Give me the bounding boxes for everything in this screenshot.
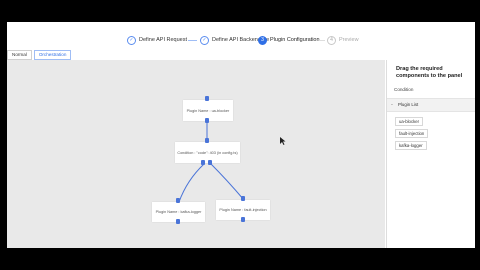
node-label: Plugin Name : ua-blocker — [186, 108, 230, 113]
node-input-port[interactable] — [241, 196, 245, 201]
step-number-badge: 3 — [258, 35, 267, 45]
plugin-item-kafka-logger[interactable]: kafka-logger — [395, 141, 427, 150]
step-preview[interactable]: 4 Preview — [327, 30, 359, 50]
node-label: Plugin Name : fault-injection — [219, 208, 267, 212]
node-input-port[interactable] — [205, 96, 209, 101]
step-label: Plugin Configuration — [270, 37, 320, 43]
link-line — [210, 163, 245, 201]
mouse-cursor-icon — [280, 137, 286, 145]
step-plugin-configuration[interactable]: 3 Plugin Configuration — [258, 30, 320, 50]
mode-tabs: Normal Orchestration — [7, 50, 73, 60]
step-label: Preview — [339, 37, 359, 43]
stepper: ✓ Define API Request ✓ Define API Backen… — [7, 30, 475, 52]
plugin-list-group[interactable]: › Plugin List — [387, 98, 475, 112]
node-input-port[interactable] — [176, 198, 180, 203]
node-output-port[interactable] — [241, 217, 245, 222]
plugin-list-label: Plugin List — [398, 102, 419, 107]
step-label: Define API Request — [139, 37, 188, 43]
flow-canvas[interactable]: Plugin Name : ua-blocker Condition : "co… — [7, 60, 385, 248]
chevron-down-icon: › — [389, 103, 395, 106]
condition-component[interactable]: Condition — [394, 87, 413, 92]
node-input-port[interactable] — [205, 138, 209, 143]
check-icon: ✓ — [200, 35, 209, 45]
node-output-port[interactable] — [205, 118, 209, 123]
app-window: ✓ Define API Request ✓ Define API Backen… — [7, 22, 475, 248]
tab-orchestration[interactable]: Orchestration — [33, 50, 72, 60]
step-number-badge: 4 — [327, 35, 336, 45]
panel-title: Drag the required components to the pane… — [396, 66, 463, 79]
components-panel: Drag the required components to the pane… — [386, 60, 475, 248]
plugin-item-fault-injection[interactable]: fault-injection — [395, 129, 429, 138]
node-output-port[interactable] — [176, 219, 180, 224]
step-connector — [319, 40, 325, 41]
link-line — [178, 163, 205, 203]
condition-true-port[interactable] — [201, 160, 205, 165]
node-label: Condition : "code": 403 (in config.ts) — [177, 150, 238, 155]
plugin-item-ua-blocker[interactable]: ua-blocker — [395, 117, 424, 126]
step-define-api-request[interactable]: ✓ Define API Request — [127, 30, 187, 50]
node-label: Plugin Name : kafka-logger — [155, 210, 202, 214]
tab-normal[interactable]: Normal — [7, 50, 32, 60]
check-icon: ✓ — [127, 35, 136, 45]
step-connector — [188, 40, 197, 41]
condition-false-port[interactable] — [208, 160, 212, 165]
